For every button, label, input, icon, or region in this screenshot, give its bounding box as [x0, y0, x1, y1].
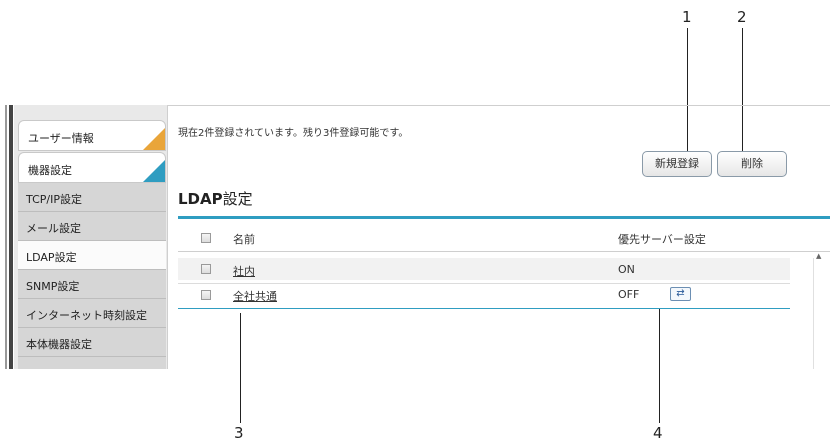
- priority-value: ON: [618, 263, 635, 276]
- title-divider: [178, 216, 830, 219]
- sidebar-item-internet-time[interactable]: インターネット時刻設定: [18, 299, 166, 328]
- sidebar: ユーザー情報 機器設定 TCP/IP設定 メール設定 LDAP設定 SNMP設定…: [14, 105, 168, 369]
- swap-arrows-icon[interactable]: ⇄: [670, 287, 691, 301]
- page-title-bold: LDAP: [178, 190, 223, 208]
- sidebar-item-label: インターネット時刻設定: [26, 309, 147, 322]
- sidebar-item-label: SNMP設定: [26, 280, 80, 293]
- window-edge-outer: [5, 105, 7, 369]
- column-header-name: 名前: [233, 233, 255, 246]
- delete-button[interactable]: 削除: [717, 151, 787, 177]
- sidebar-tab-label: 機器設定: [28, 164, 72, 177]
- page-title: LDAP設定: [178, 188, 253, 209]
- sidebar-item-mail[interactable]: メール設定: [18, 212, 166, 241]
- sidebar-item-label: 本体機器設定: [26, 338, 92, 351]
- callout-line-3: [240, 313, 241, 423]
- tab-corner-accent-icon: [143, 160, 165, 182]
- sidebar-item-device[interactable]: 本体機器設定: [18, 328, 166, 357]
- callout-line-4: [659, 308, 660, 423]
- callout-number-3: 3: [234, 424, 244, 442]
- header-divider: [178, 251, 830, 252]
- row-divider: [178, 283, 790, 284]
- sidebar-item-cutoff: [18, 357, 166, 369]
- select-all-checkbox[interactable]: [201, 233, 211, 243]
- callout-line-2: [742, 28, 743, 151]
- row-checkbox[interactable]: [201, 290, 211, 300]
- window-edge: [9, 105, 13, 369]
- sidebar-item-label: TCP/IP設定: [26, 193, 82, 206]
- callout-number-1: 1: [682, 8, 692, 26]
- server-name-link[interactable]: 社内: [233, 263, 255, 279]
- priority-value: OFF: [618, 288, 640, 301]
- sidebar-item-tcpip[interactable]: TCP/IP設定: [18, 183, 166, 212]
- scrollbar-track[interactable]: [813, 258, 814, 369]
- new-registration-button[interactable]: 新規登録: [642, 151, 712, 177]
- column-header-priority: 優先サーバー設定: [618, 233, 706, 246]
- table-row: [178, 258, 790, 280]
- registration-status-text: 現在2件登録されています。残り3件登録可能です。: [178, 128, 409, 139]
- sidebar-tab-label: ユーザー情報: [28, 132, 94, 145]
- callout-number-4: 4: [653, 424, 663, 442]
- callout-number-2: 2: [737, 8, 747, 26]
- scroll-up-arrow-icon[interactable]: ▲: [816, 252, 821, 260]
- sidebar-item-label: LDAP設定: [26, 251, 77, 264]
- sidebar-item-ldap[interactable]: LDAP設定: [18, 241, 166, 270]
- callout-line-1: [687, 28, 688, 151]
- sidebar-item-snmp[interactable]: SNMP設定: [18, 270, 166, 299]
- table-bottom-divider: [178, 308, 790, 309]
- sidebar-item-label: メール設定: [26, 222, 81, 235]
- row-checkbox[interactable]: [201, 264, 211, 274]
- sidebar-tab-user-info[interactable]: ユーザー情報: [18, 120, 166, 151]
- page-title-rest: 設定: [222, 190, 253, 208]
- sidebar-tab-device-settings[interactable]: 機器設定: [18, 152, 166, 183]
- tab-corner-accent-icon: [143, 128, 165, 150]
- main-top-border: [168, 105, 830, 106]
- server-name-link[interactable]: 全社共通: [233, 288, 277, 304]
